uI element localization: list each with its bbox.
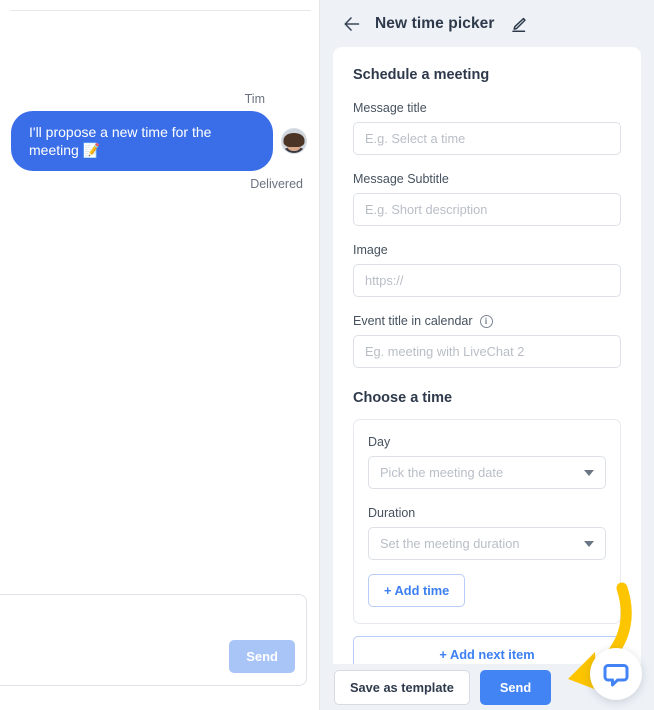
message-sender-name: Tim: [244, 92, 265, 106]
message-bubble-row: I'll propose a new time for the meeting …: [0, 111, 307, 172]
event-title-input[interactable]: [353, 335, 621, 368]
add-time-button[interactable]: + Add time: [368, 574, 466, 607]
chat-panel: Tim I'll propose a new time for the meet…: [0, 0, 320, 710]
message-status: Delivered: [250, 177, 303, 192]
image-url-input[interactable]: [353, 264, 621, 297]
pencil-edit-icon[interactable]: [510, 16, 527, 33]
label-event-title: Event title in calendar i: [353, 314, 621, 328]
field-duration: Duration Set the meeting duration: [368, 506, 606, 560]
message-subtitle-input[interactable]: [353, 193, 621, 226]
day-select-wrap: Pick the meeting date: [368, 456, 606, 489]
day-select[interactable]: Pick the meeting date: [368, 456, 606, 489]
livechat-widget-button[interactable]: [590, 648, 642, 700]
field-day: Day Pick the meeting date: [368, 435, 606, 489]
chat-message: Tim I'll propose a new time for the meet…: [0, 92, 319, 191]
page-title: New time picker: [375, 15, 495, 32]
details-panel: New time picker Schedule a meeting Messa…: [320, 0, 654, 710]
label-day: Day: [368, 435, 391, 449]
avatar: [281, 128, 307, 155]
chat-divider: [10, 10, 311, 11]
label-message-subtitle: Message Subtitle: [353, 172, 449, 186]
panel-header: New time picker: [320, 0, 654, 46]
choose-a-time-title: Choose a time: [353, 390, 453, 406]
duration-select-wrap: Set the meeting duration: [368, 527, 606, 560]
field-message-title: Message title: [353, 101, 621, 155]
save-as-template-button[interactable]: Save as template: [334, 669, 470, 705]
field-message-subtitle: Message Subtitle: [353, 172, 621, 226]
field-image: Image: [353, 243, 621, 297]
message-bubble[interactable]: I'll propose a new time for the meeting …: [11, 111, 273, 172]
time-item-card: Day Pick the meeting date Duration Set t…: [353, 419, 621, 624]
composer-send-button[interactable]: Send: [229, 640, 295, 673]
message-composer[interactable]: Send: [0, 594, 307, 686]
form-card: Schedule a meeting Message title Message…: [333, 47, 641, 710]
avatar-hair: [283, 132, 305, 147]
info-circle-icon[interactable]: i: [479, 314, 493, 328]
label-image: Image: [353, 243, 388, 257]
section-title: Schedule a meeting: [353, 67, 490, 83]
label-duration: Duration: [368, 506, 416, 520]
livechat-speech-bubble-icon: [603, 664, 629, 687]
label-event-title-text: Event title in calendar: [353, 314, 473, 328]
duration-select[interactable]: Set the meeting duration: [368, 527, 606, 560]
arrow-left-icon[interactable]: [342, 14, 362, 34]
label-message-title: Message title: [353, 101, 427, 115]
field-event-title: Event title in calendar i: [353, 314, 621, 368]
send-button[interactable]: Send: [479, 669, 552, 705]
app-root: Tim I'll propose a new time for the meet…: [0, 0, 654, 710]
message-title-input[interactable]: [353, 122, 621, 155]
